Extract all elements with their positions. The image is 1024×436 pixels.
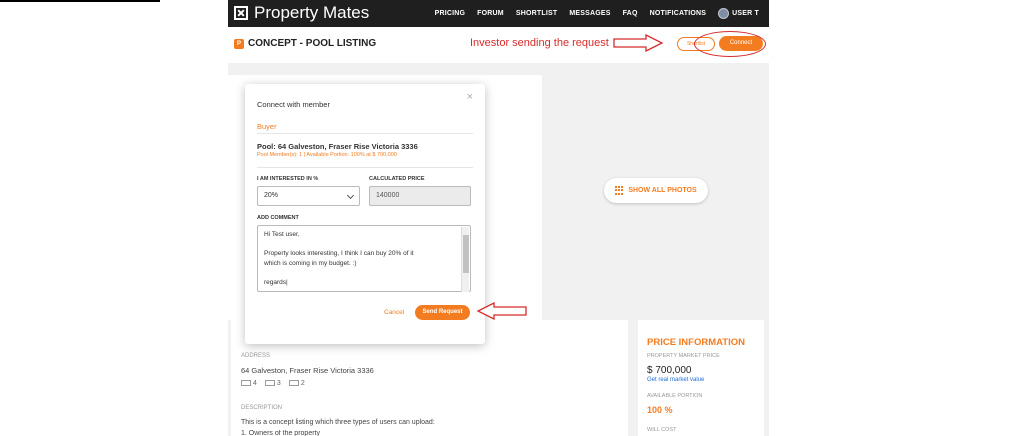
pool-address: Pool: 64 Galveston, Fraser Rise Victoria… <box>257 142 418 151</box>
real-market-value-link[interactable]: Get real market value <box>647 377 704 383</box>
user-menu[interactable]: USER T <box>718 8 759 19</box>
bed-count: 4 <box>241 380 257 387</box>
annotation-circle <box>694 31 766 57</box>
comment-line <box>264 240 456 250</box>
listing-type-badge: P <box>234 39 244 49</box>
will-cost-label: WILL COST <box>647 427 677 433</box>
brand-name: Property Mates <box>254 3 370 22</box>
show-all-photos-button[interactable]: SHOW ALL PHOTOS <box>604 178 708 203</box>
property-features: 4 3 2 <box>241 380 305 387</box>
price-info-title: PRICE INFORMATION <box>647 337 745 348</box>
market-price-label: PROPERTY MARKET PRICE <box>647 353 720 359</box>
interest-select[interactable]: 20% <box>257 186 360 206</box>
show-all-photos-label: SHOW ALL PHOTOS <box>628 187 697 194</box>
chevron-down-icon <box>346 191 355 200</box>
calculated-price-field: 140000 <box>369 186 471 206</box>
comment-textarea[interactable]: Hi Test user, Property looks interesting… <box>257 225 471 292</box>
address-label: ADDRESS <box>241 353 271 359</box>
nav-shortlist[interactable]: SHORTLIST <box>516 10 557 17</box>
user-name: USER T <box>732 10 759 17</box>
description-text: This is a concept listing which three ty… <box>241 419 435 426</box>
car-count: 2 <box>288 380 305 387</box>
textarea-scrollbar[interactable] <box>461 227 469 292</box>
bath-count: 3 <box>264 380 281 387</box>
address-value: 64 Galveston, Fraser Rise Victoria 3336 <box>241 366 374 375</box>
available-portion-value: 100 % <box>647 405 673 415</box>
annotation-arrow-right-icon <box>613 34 664 52</box>
grid-icon <box>615 186 624 195</box>
scrollbar-thumb[interactable] <box>463 235 469 273</box>
nav-messages[interactable]: MESSAGES <box>569 10 610 17</box>
brand-logo[interactable]: Property Mates <box>234 3 369 23</box>
avatar <box>718 8 730 19</box>
nav-faq[interactable]: FAQ <box>623 10 638 17</box>
car-icon <box>288 380 299 387</box>
bed-icon <box>241 380 251 387</box>
top-nav: Property Mates PRICING FORUM SHORTLIST M… <box>228 0 769 27</box>
comment-line: Hi Test user, <box>264 231 300 238</box>
bath-icon <box>264 380 275 387</box>
comment-line: regards| <box>264 278 288 286</box>
comment-line: Property looks interesting, I think I ca… <box>264 250 414 257</box>
divider <box>257 133 473 134</box>
connect-modal: Connect with member × Buyer Pool: 64 Gal… <box>245 84 485 344</box>
market-price-value: $ 700,000 <box>647 365 692 376</box>
divider <box>257 167 473 168</box>
nav-pricing[interactable]: PRICING <box>435 10 466 17</box>
top-left-black-strip <box>0 0 160 2</box>
nav-forum[interactable]: FORUM <box>477 10 504 17</box>
comment-label: ADD COMMENT <box>257 215 299 221</box>
pool-meta: Pool Member(s): 1 | Available Portion: 1… <box>257 152 397 158</box>
comment-line <box>264 268 456 278</box>
cancel-button[interactable]: Cancel <box>384 309 404 316</box>
page-title: CONCEPT - POOL LISTING <box>248 38 377 49</box>
listing-header: P CONCEPT - POOL LISTING Investor sendin… <box>228 27 769 63</box>
comment-line: which is coming in my budget. :) <box>264 259 357 267</box>
description-text-next: 1. Owners of the property <box>241 430 320 436</box>
description-label: DESCRIPTION <box>241 405 283 411</box>
modal-title: Connect with member <box>257 100 330 109</box>
modal-role: Buyer <box>257 122 277 131</box>
nav-menu: PRICING FORUM SHORTLIST MESSAGES FAQ NOT… <box>435 0 759 27</box>
available-portion-label: AVAILABLE PORTION <box>647 393 703 399</box>
interest-label: I AM INTERESTED IN % <box>257 176 319 182</box>
nav-notifications[interactable]: NOTIFICATIONS <box>650 10 707 17</box>
close-icon[interactable]: × <box>467 91 473 103</box>
annotation-text: Investor sending the request <box>470 37 609 49</box>
interest-value: 20% <box>264 192 279 199</box>
calculated-price-label: CALCULATED PRICE <box>369 176 425 182</box>
brand-icon <box>234 6 248 20</box>
annotation-arrow-left-icon <box>476 302 527 320</box>
send-request-button[interactable]: Send Request <box>415 305 470 320</box>
